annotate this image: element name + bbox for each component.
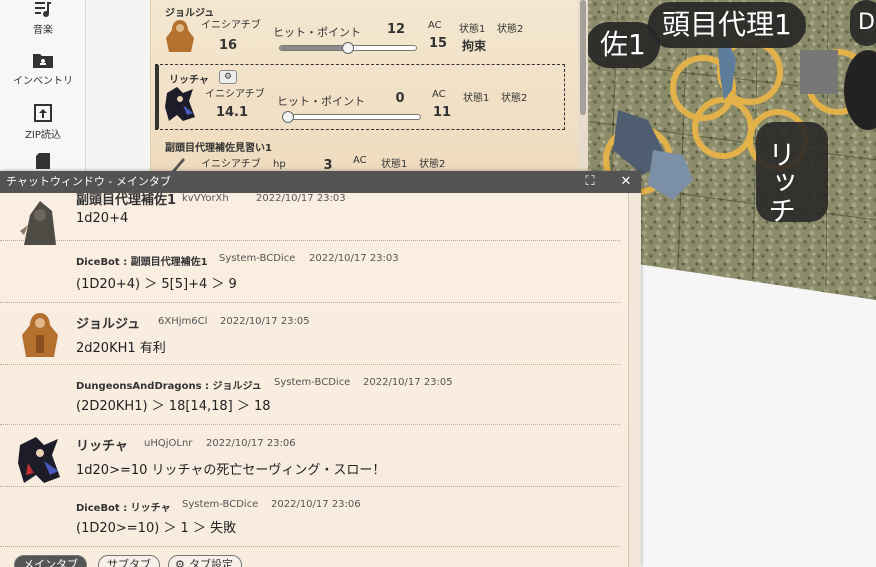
chat-message: DiceBot : リッチャ System-BCDice 2022/10/17 … <box>0 487 620 547</box>
chat-window: チャットウィンドウ - メインタブ ⛶ ✕ 副頭目代理補佐1 kvVYorXh … <box>0 171 641 567</box>
chat-scrollbar-track[interactable] <box>629 193 641 567</box>
status1-label: 状態1 <box>459 24 486 35</box>
chat-message: 副頭目代理補佐1 kvVYorXh 2022/10/17 23:03 1d20+… <box>0 193 620 245</box>
hp-label: hp <box>273 159 286 170</box>
avatar <box>18 437 60 483</box>
ac-label: AC <box>428 20 442 31</box>
message-time: 2022/10/17 23:06 <box>271 499 361 510</box>
hp-slider[interactable] <box>279 42 417 54</box>
chat-log[interactable]: 副頭目代理補佐1 kvVYorXh 2022/10/17 23:03 1d20+… <box>0 193 629 567</box>
tab-sub[interactable]: サブタブ <box>98 555 160 567</box>
ac-value: 11 <box>432 105 452 120</box>
tab-settings-label: タブ設定 <box>189 558 233 567</box>
sidebar-item-storage[interactable] <box>0 152 86 170</box>
hp-value: 12 <box>386 22 406 37</box>
message-sender: リッチャ <box>76 439 128 454</box>
token-label[interactable]: 佐1 <box>586 22 660 68</box>
character-list-scrollbar[interactable] <box>578 0 588 172</box>
message-user-id: System-BCDice <box>274 377 351 388</box>
tab-main[interactable]: メインタブ <box>14 555 87 567</box>
message-user-id: System-BCDice <box>182 499 259 510</box>
sidebar-item-music[interactable]: 音楽 <box>0 0 86 36</box>
sidebar-item-label: 音楽 <box>33 25 53 36</box>
message-text: 1d20>=10 リッチャの死亡セーヴィング・スロー！ <box>76 463 386 478</box>
chat-message: DiceBot : 副頭目代理補佐1 System-BCDice 2022/10… <box>0 241 620 303</box>
ac-label: AC <box>432 89 446 100</box>
hp-slider[interactable] <box>282 111 421 123</box>
chat-title: チャットウィンドウ - メインタブ <box>6 175 171 188</box>
message-sender: DungeonsAndDragons : ジョルジュ <box>76 381 262 392</box>
initiative-label: イニシアチブ <box>205 89 265 100</box>
sidebar-item-inventory[interactable]: インベントリ <box>0 51 86 87</box>
music-icon <box>35 2 51 17</box>
gear-icon: ⚙ <box>175 558 185 567</box>
initiative-value: 16 <box>218 38 238 53</box>
message-sender: 副頭目代理補佐1 <box>76 193 177 208</box>
chat-message: DungeonsAndDragons : ジョルジュ System-BCDice… <box>0 365 620 425</box>
token-label[interactable]: 頭目代理1 <box>648 2 806 48</box>
scrollbar-thumb[interactable] <box>580 0 586 115</box>
character-portrait <box>166 20 194 52</box>
message-text: (2D20KH1) ＞ 18[14,18] ＞ 18 <box>76 399 271 414</box>
initiative-value: 14.1 <box>215 105 249 120</box>
chat-title-bar[interactable]: チャットウィンドウ - メインタブ ⛶ ✕ <box>0 171 641 193</box>
hp-label: ヒット・ポイント <box>273 26 361 39</box>
character-name: 副頭目代理補佐見習い1 <box>165 143 272 154</box>
status-value: 拘束 <box>462 39 487 53</box>
sidebar-item-label: インベントリ <box>13 76 73 87</box>
initiative-label: イニシアチブ <box>201 159 261 170</box>
message-user-id: kvVYorXh <box>182 193 229 204</box>
character-row[interactable]: ジョルジュ イニシアチブ 16 ヒット・ポイント 12 AC 15 状態1 状態… <box>155 0 565 62</box>
chat-message: リッチャ uHQjOLnr 2022/10/17 23:06 1d20>=10 … <box>0 425 620 487</box>
status1-label: 状態1 <box>463 93 490 104</box>
character-row-selected[interactable]: リッチャ ⚙ イニシアチブ 14.1 ヒット・ポイント 0 AC 11 状態1 … <box>155 64 565 130</box>
hp-value: 0 <box>395 91 405 106</box>
token-label[interactable]: D <box>850 0 876 46</box>
message-time: 2022/10/17 23:05 <box>220 316 310 327</box>
message-time: 2022/10/17 23:05 <box>363 377 453 388</box>
message-user-id: 6XHjm6Cl <box>158 316 208 327</box>
message-text: (1D20+4) ＞ 5[5]+4 ＞ 9 <box>76 277 237 292</box>
status1-label: 状態1 <box>381 159 408 170</box>
message-text: 2d20KH1 有利 <box>76 341 166 356</box>
character-list-panel: ジョルジュ イニシアチブ 16 ヒット・ポイント 12 AC 15 状態1 状態… <box>150 0 588 174</box>
chat-message: ジョルジュ 6XHjm6Cl 2022/10/17 23:05 2d20KH1 … <box>0 303 620 365</box>
sidebar-item-label: ZIP読込 <box>25 130 61 141</box>
status2-label: 状態2 <box>419 159 446 170</box>
upload-icon <box>34 104 52 122</box>
message-time: 2022/10/17 23:03 <box>256 193 346 204</box>
message-sender: ジョルジュ <box>76 317 141 332</box>
gear-icon[interactable]: ⚙ <box>219 70 237 84</box>
avatar <box>20 201 56 245</box>
message-sender: DiceBot : リッチャ <box>76 503 171 514</box>
chat-tab-bar: メインタブ サブタブ ⚙ タブ設定 <box>0 555 628 567</box>
ac-value: 15 <box>428 36 448 51</box>
hp-slider-handle[interactable] <box>282 111 294 123</box>
hp-label: ヒット・ポイント <box>277 95 365 108</box>
status2-label: 状態2 <box>501 93 528 104</box>
status2-label: 状態2 <box>497 24 524 35</box>
sd-card-icon <box>36 153 50 169</box>
message-user-id: uHQjOLnr <box>144 438 193 449</box>
message-time: 2022/10/17 23:06 <box>206 438 296 449</box>
character-row[interactable]: 副頭目代理補佐見習い1 イニシアチブ hp 3 AC 状態1 状態2 <box>155 134 565 174</box>
message-user-id: System-BCDice <box>219 253 296 264</box>
character-name: リッチャ <box>169 75 209 86</box>
message-time: 2022/10/17 23:03 <box>309 253 399 264</box>
message-sender: DiceBot : 副頭目代理補佐1 <box>76 257 208 268</box>
ac-label: AC <box>353 155 367 166</box>
close-icon[interactable]: ✕ <box>616 171 636 193</box>
avatar <box>22 313 58 357</box>
initiative-label: イニシアチブ <box>201 20 261 31</box>
expand-icon[interactable]: ⛶ <box>580 171 600 193</box>
tab-settings[interactable]: ⚙ タブ設定 <box>168 555 242 567</box>
folder-icon <box>33 54 53 68</box>
hp-slider-handle[interactable] <box>342 42 354 54</box>
message-text: (1D20>=10) ＞ 1 ＞ 失敗 <box>76 521 237 536</box>
message-text: 1d20+4 <box>76 211 129 226</box>
token-label[interactable]: リッチ <box>760 140 800 224</box>
character-portrait <box>165 87 195 121</box>
sidebar-item-zip[interactable]: ZIP読込 <box>0 103 86 141</box>
